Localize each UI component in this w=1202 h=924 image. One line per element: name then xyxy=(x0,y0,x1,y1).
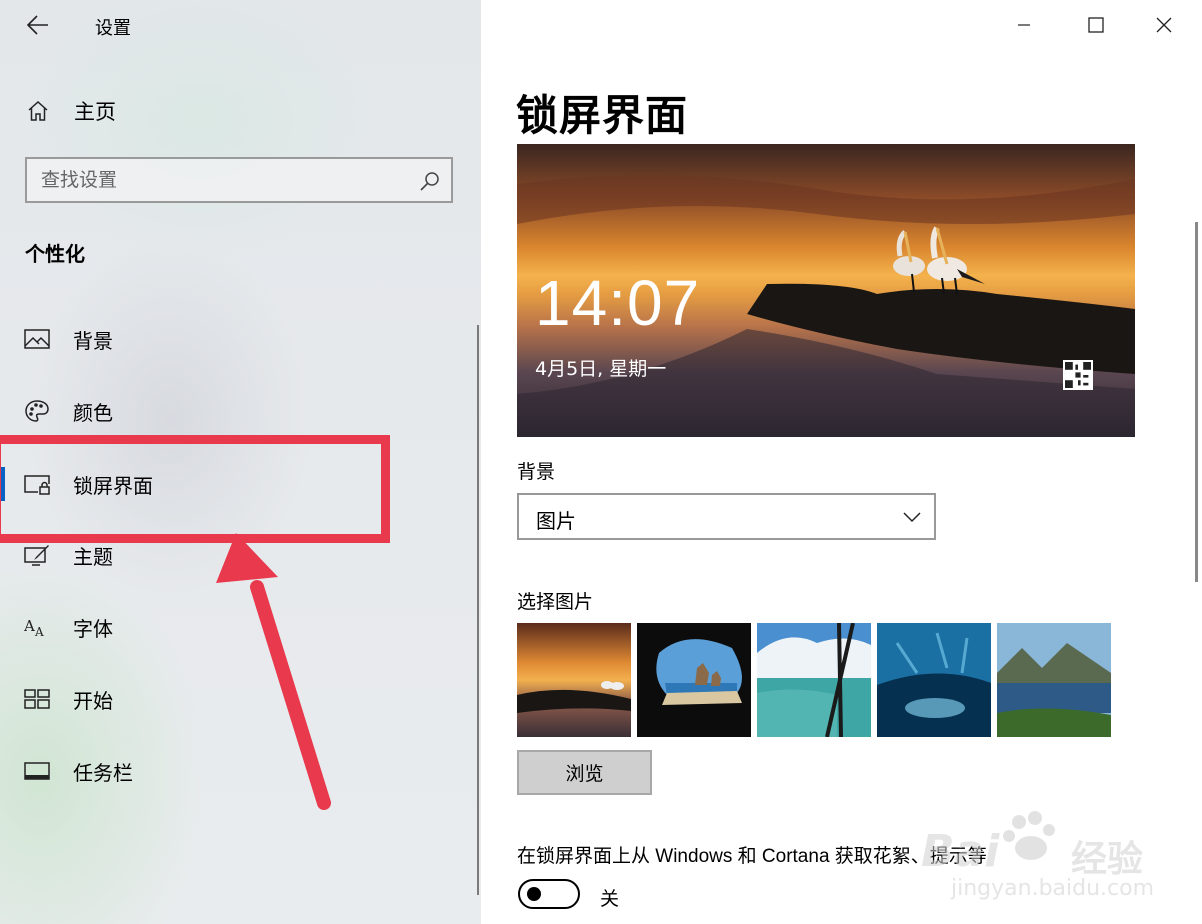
choose-picture-label: 选择图片 xyxy=(517,591,594,613)
back-arrow-icon[interactable] xyxy=(26,14,50,36)
home-link[interactable]: 主页 xyxy=(26,95,116,127)
paw-logo-icon xyxy=(1003,811,1055,860)
search-input[interactable] xyxy=(41,167,401,193)
sidebar-item-label: 背景 xyxy=(73,329,113,353)
palette-icon xyxy=(25,400,49,422)
main-panel: 锁屏界面 14:07 4月5日, 星期一 背景 图片 选择图片 浏览 在锁屏界面… xyxy=(481,0,1202,924)
svg-text:A: A xyxy=(24,617,35,635)
sidebar-item-label: 主题 xyxy=(73,545,113,569)
watermark-brand-suffix: 经验 xyxy=(1071,839,1144,880)
preview-date: 4月5日, 星期一 xyxy=(535,358,667,380)
page-title: 锁屏界面 xyxy=(516,91,689,140)
minimize-icon[interactable] xyxy=(1009,10,1039,40)
thumbnail-ice-cave[interactable] xyxy=(877,623,991,737)
app-title: 设置 xyxy=(95,18,131,39)
thumbnail-mountain-lake[interactable] xyxy=(997,623,1111,737)
search-icon[interactable] xyxy=(419,170,441,192)
background-dropdown[interactable]: 图片 xyxy=(517,493,936,540)
taskbar-icon xyxy=(24,762,50,780)
start-tiles-icon xyxy=(24,689,50,709)
sidebar-item-colors[interactable]: 颜色 xyxy=(0,387,470,435)
lock-screen-preview: 14:07 4月5日, 星期一 xyxy=(517,144,1135,437)
section-title-personalization: 个性化 xyxy=(25,242,85,266)
sidebar-scrollbar[interactable] xyxy=(477,325,479,895)
home-label: 主页 xyxy=(74,100,116,124)
watermark-url: jingyan.baidu.com xyxy=(951,876,1155,901)
search-box[interactable] xyxy=(25,157,453,203)
sidebar-item-label: 任务栏 xyxy=(73,761,133,785)
font-icon: A A xyxy=(24,617,44,639)
browse-button[interactable]: 浏览 xyxy=(517,750,652,795)
background-dropdown-value: 图片 xyxy=(536,509,576,533)
tips-toggle[interactable] xyxy=(518,879,580,909)
picture-thumbnails xyxy=(517,623,1111,737)
chevron-down-icon xyxy=(903,512,921,523)
sidebar-item-label: 开始 xyxy=(73,689,113,713)
thumbnail-sea-cave[interactable] xyxy=(637,623,751,737)
thumbnail-pelicans[interactable] xyxy=(517,623,631,737)
annotation-arrow xyxy=(216,533,331,810)
sidebar-item-label: 颜色 xyxy=(73,401,113,425)
background-label: 背景 xyxy=(517,461,556,483)
theme-brush-icon xyxy=(24,545,49,566)
main-scrollbar[interactable] xyxy=(1195,222,1198,582)
qr-code-icon xyxy=(1063,360,1093,390)
tips-toggle-state: 关 xyxy=(600,888,620,910)
maximize-icon[interactable] xyxy=(1081,10,1111,40)
svg-text:A: A xyxy=(34,625,44,639)
sidebar-item-background[interactable]: 背景 xyxy=(0,315,470,363)
sidebar-item-label: 字体 xyxy=(73,617,113,641)
close-icon[interactable] xyxy=(1149,10,1179,40)
preview-clock: 14:07 xyxy=(535,267,701,339)
home-icon xyxy=(28,100,48,121)
tips-setting-label: 在锁屏界面上从 Windows 和 Cortana 获取花絮、提示等 xyxy=(517,846,987,867)
thumbnail-sky-reflection[interactable] xyxy=(757,623,871,737)
picture-icon xyxy=(24,329,50,349)
